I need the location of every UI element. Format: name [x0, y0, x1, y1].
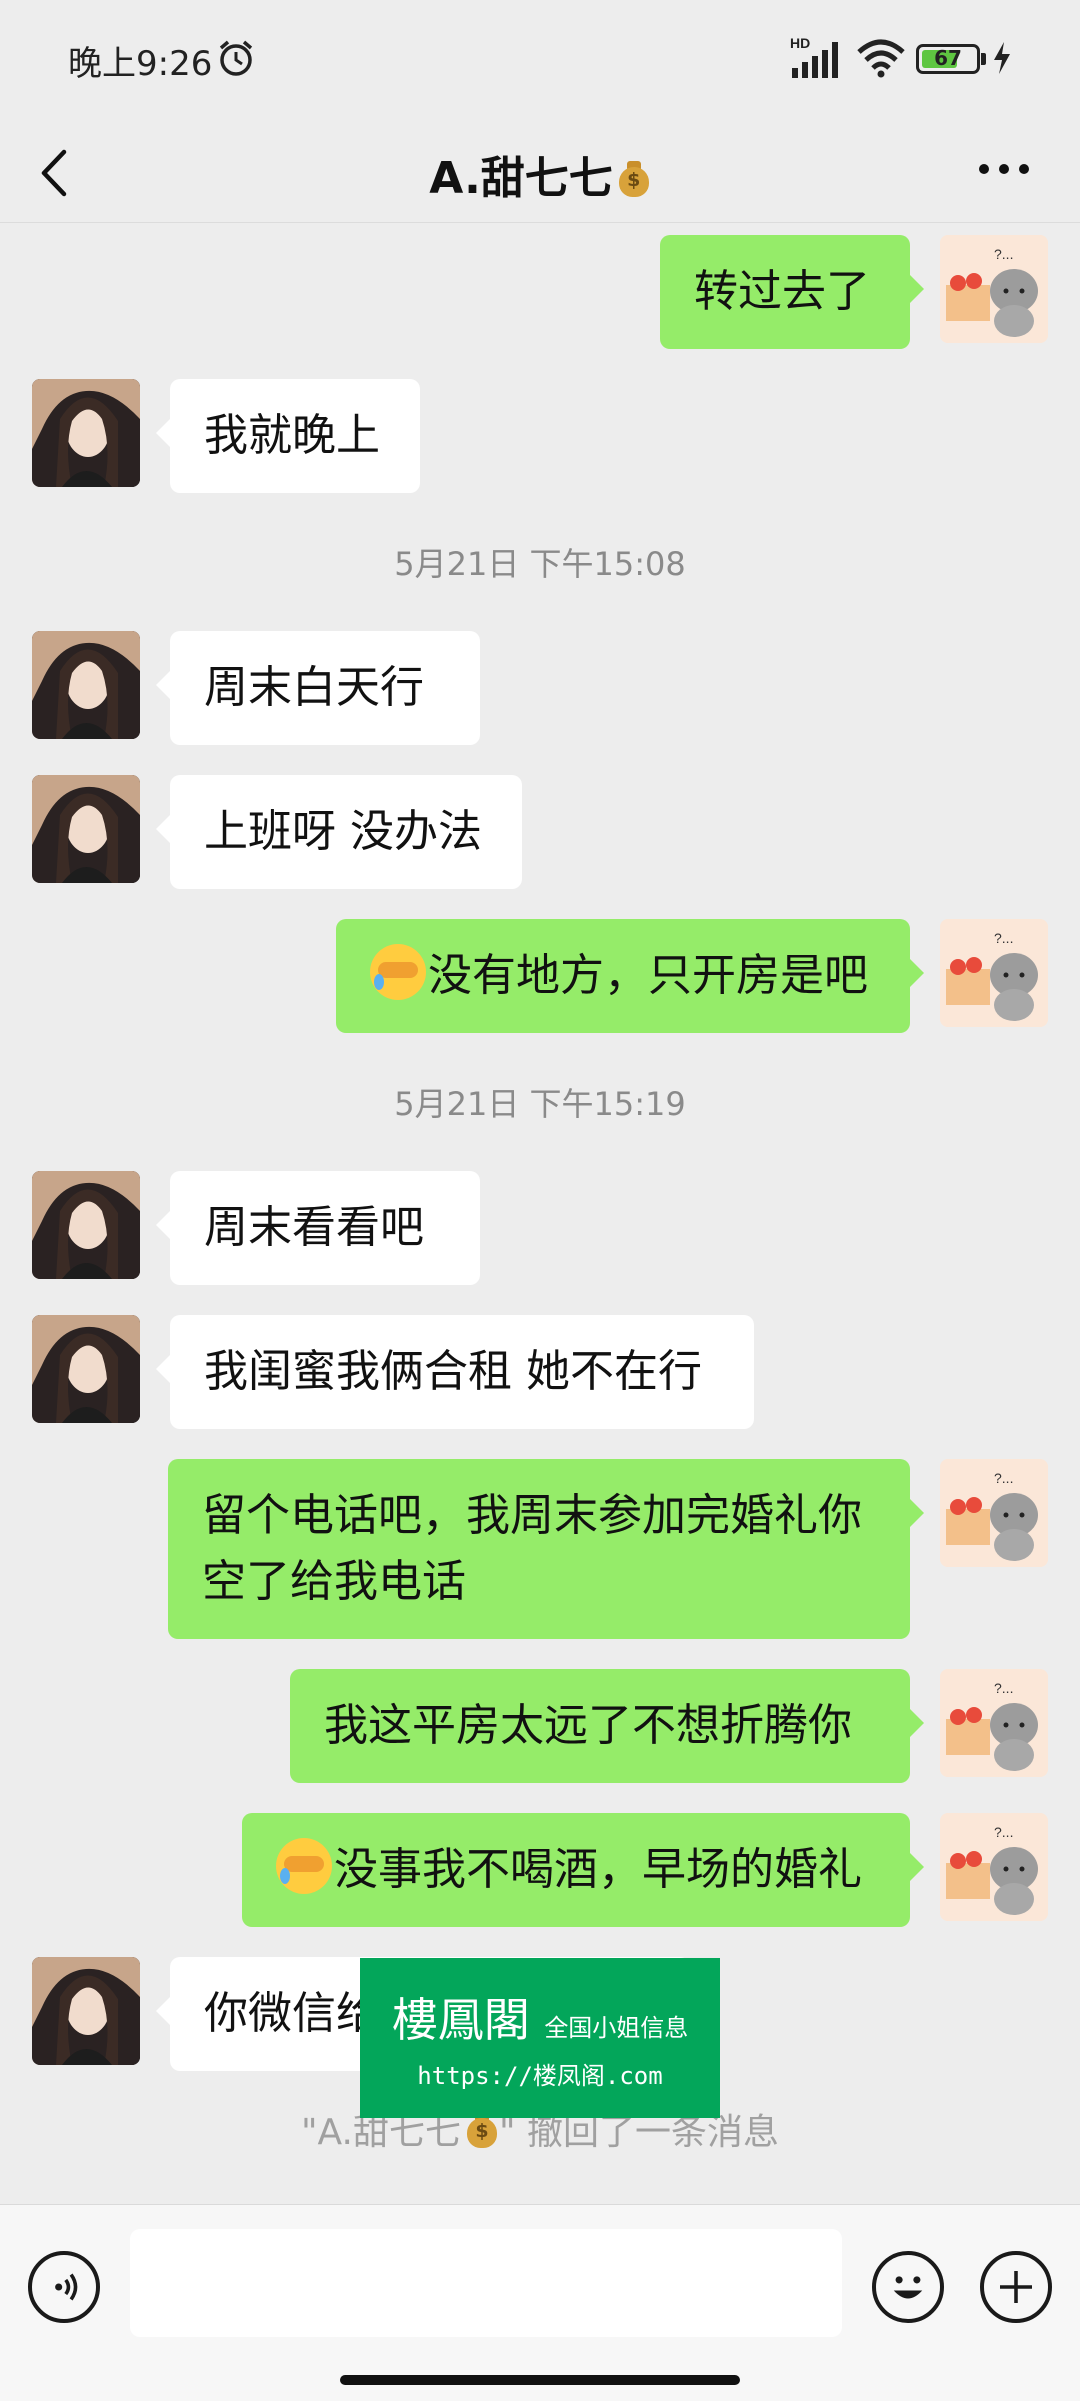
battery-indicator: 67 — [916, 44, 980, 74]
money-bag-icon: $ — [617, 157, 651, 197]
battery-percent: 67 — [934, 46, 962, 70]
incoming-message-bubble[interactable]: 上班呀 没办法 — [156, 775, 522, 889]
message-text: 我这平房太远了不想折腾你 — [324, 1700, 852, 1751]
chat-title: A.甜七七 $ — [0, 142, 1080, 206]
more-options-icon[interactable] — [976, 154, 1032, 184]
svg-text:?...: ?... — [994, 1680, 1013, 1696]
contact-avatar[interactable] — [32, 1957, 140, 2065]
message-timestamp: 5月21日 下午15:08 — [394, 545, 686, 583]
incoming-message-bubble[interactable]: 我闺蜜我俩合租 她不在行 — [156, 1315, 754, 1429]
svg-text:?...: ?... — [994, 930, 1013, 946]
recall-suffix: " 撤回了一条消息 — [498, 2112, 779, 2153]
input-bar — [0, 2204, 1080, 2401]
contact-avatar[interactable] — [32, 1315, 140, 1423]
message-text: 上班呀 没办法 — [204, 806, 482, 857]
hd-signal-icon: HD — [790, 35, 838, 78]
recall-prefix: "A.甜七七 — [300, 2112, 461, 2153]
voice-input-button[interactable] — [28, 2251, 100, 2323]
outgoing-message-bubble[interactable]: 转过去了 — [660, 235, 924, 349]
svg-text:?...: ?... — [994, 1470, 1013, 1486]
charging-bolt-icon — [994, 42, 1010, 74]
contact-avatar[interactable] — [32, 631, 140, 739]
ad-title-text: 樓鳳閣 — [391, 1993, 530, 2047]
incoming-message-bubble[interactable]: 我就晚上 — [156, 379, 420, 493]
status-time: 晚上9:26 — [68, 44, 213, 84]
face-palm-emoji-icon — [276, 1838, 332, 1894]
message-text: 我闺蜜我俩合租 她不在行 — [204, 1346, 702, 1397]
ad-title: 樓鳳閣 全国小姐信息 — [360, 1984, 720, 2050]
ad-watermark-banner: 樓鳳閣 全国小姐信息 https://楼凤阁.com — [360, 1958, 720, 2118]
alarm-clock-icon — [219, 40, 253, 76]
chat-header: A.甜七七 $ — [0, 118, 1080, 223]
incoming-message-bubble[interactable]: 周末看看吧 — [156, 1171, 480, 1285]
home-indicator — [340, 2375, 740, 2385]
my-avatar[interactable]: ?... — [940, 235, 1048, 343]
contact-avatar[interactable] — [32, 1171, 140, 1279]
emoji-button[interactable] — [872, 2251, 944, 2323]
my-avatar[interactable]: ?... — [940, 1669, 1048, 1777]
svg-text:HD: HD — [790, 35, 810, 51]
contact-avatar[interactable] — [32, 775, 140, 883]
ad-url: https://楼凤阁.com — [417, 2062, 663, 2090]
message-timestamp: 5月21日 下午15:19 — [394, 1085, 686, 1123]
message-text: 周末看看吧 — [204, 1202, 424, 1253]
more-functions-plus-button[interactable] — [980, 2251, 1052, 2323]
face-palm-emoji-icon — [370, 944, 426, 1000]
outgoing-message-bubble[interactable]: 我这平房太远了不想折腾你 — [290, 1669, 924, 1783]
incoming-message-bubble[interactable]: 周末白天行 — [156, 631, 480, 745]
contact-avatar[interactable] — [32, 379, 140, 487]
message-text: 我就晚上 — [204, 410, 380, 461]
status-bar: 晚上9:26 HD 67 — [0, 0, 1080, 118]
outgoing-message-bubble[interactable]: 没有地方，只开房是吧 — [336, 919, 924, 1033]
message-text: 没事我不喝酒，早场的婚礼 — [334, 1844, 862, 1895]
my-avatar[interactable]: ?... — [940, 919, 1048, 1027]
message-text: 没有地方，只开房是吧 — [428, 950, 868, 1001]
svg-text:?...: ?... — [994, 246, 1013, 262]
ad-subtitle: 全国小姐信息 — [544, 2014, 689, 2042]
my-avatar[interactable]: ?... — [940, 1813, 1048, 1921]
message-input[interactable] — [130, 2229, 842, 2337]
outgoing-message-bubble[interactable]: 留个电话吧，我周末参加完婚礼你空了给我电话 — [168, 1459, 924, 1639]
message-text: 你微信给 — [204, 1988, 380, 2039]
wifi-icon — [857, 39, 905, 78]
message-text: 留个电话吧，我周末参加完婚礼你空了给我电话 — [202, 1490, 862, 1607]
battery-nub — [981, 53, 986, 65]
my-avatar[interactable]: ?... — [940, 1459, 1048, 1567]
svg-text:?...: ?... — [994, 1824, 1013, 1840]
message-text: 周末白天行 — [204, 662, 424, 713]
outgoing-message-bubble[interactable]: 没事我不喝酒，早场的婚礼 — [242, 1813, 924, 1927]
message-text: 转过去了 — [694, 266, 870, 317]
chat-title-text: A.甜七七 — [429, 153, 613, 204]
chat-message-list[interactable]: ?... 转过去了我就晚上 5月21日 下午15:08 周末白天行上班呀 没办法?..… — [0, 223, 1080, 2203]
